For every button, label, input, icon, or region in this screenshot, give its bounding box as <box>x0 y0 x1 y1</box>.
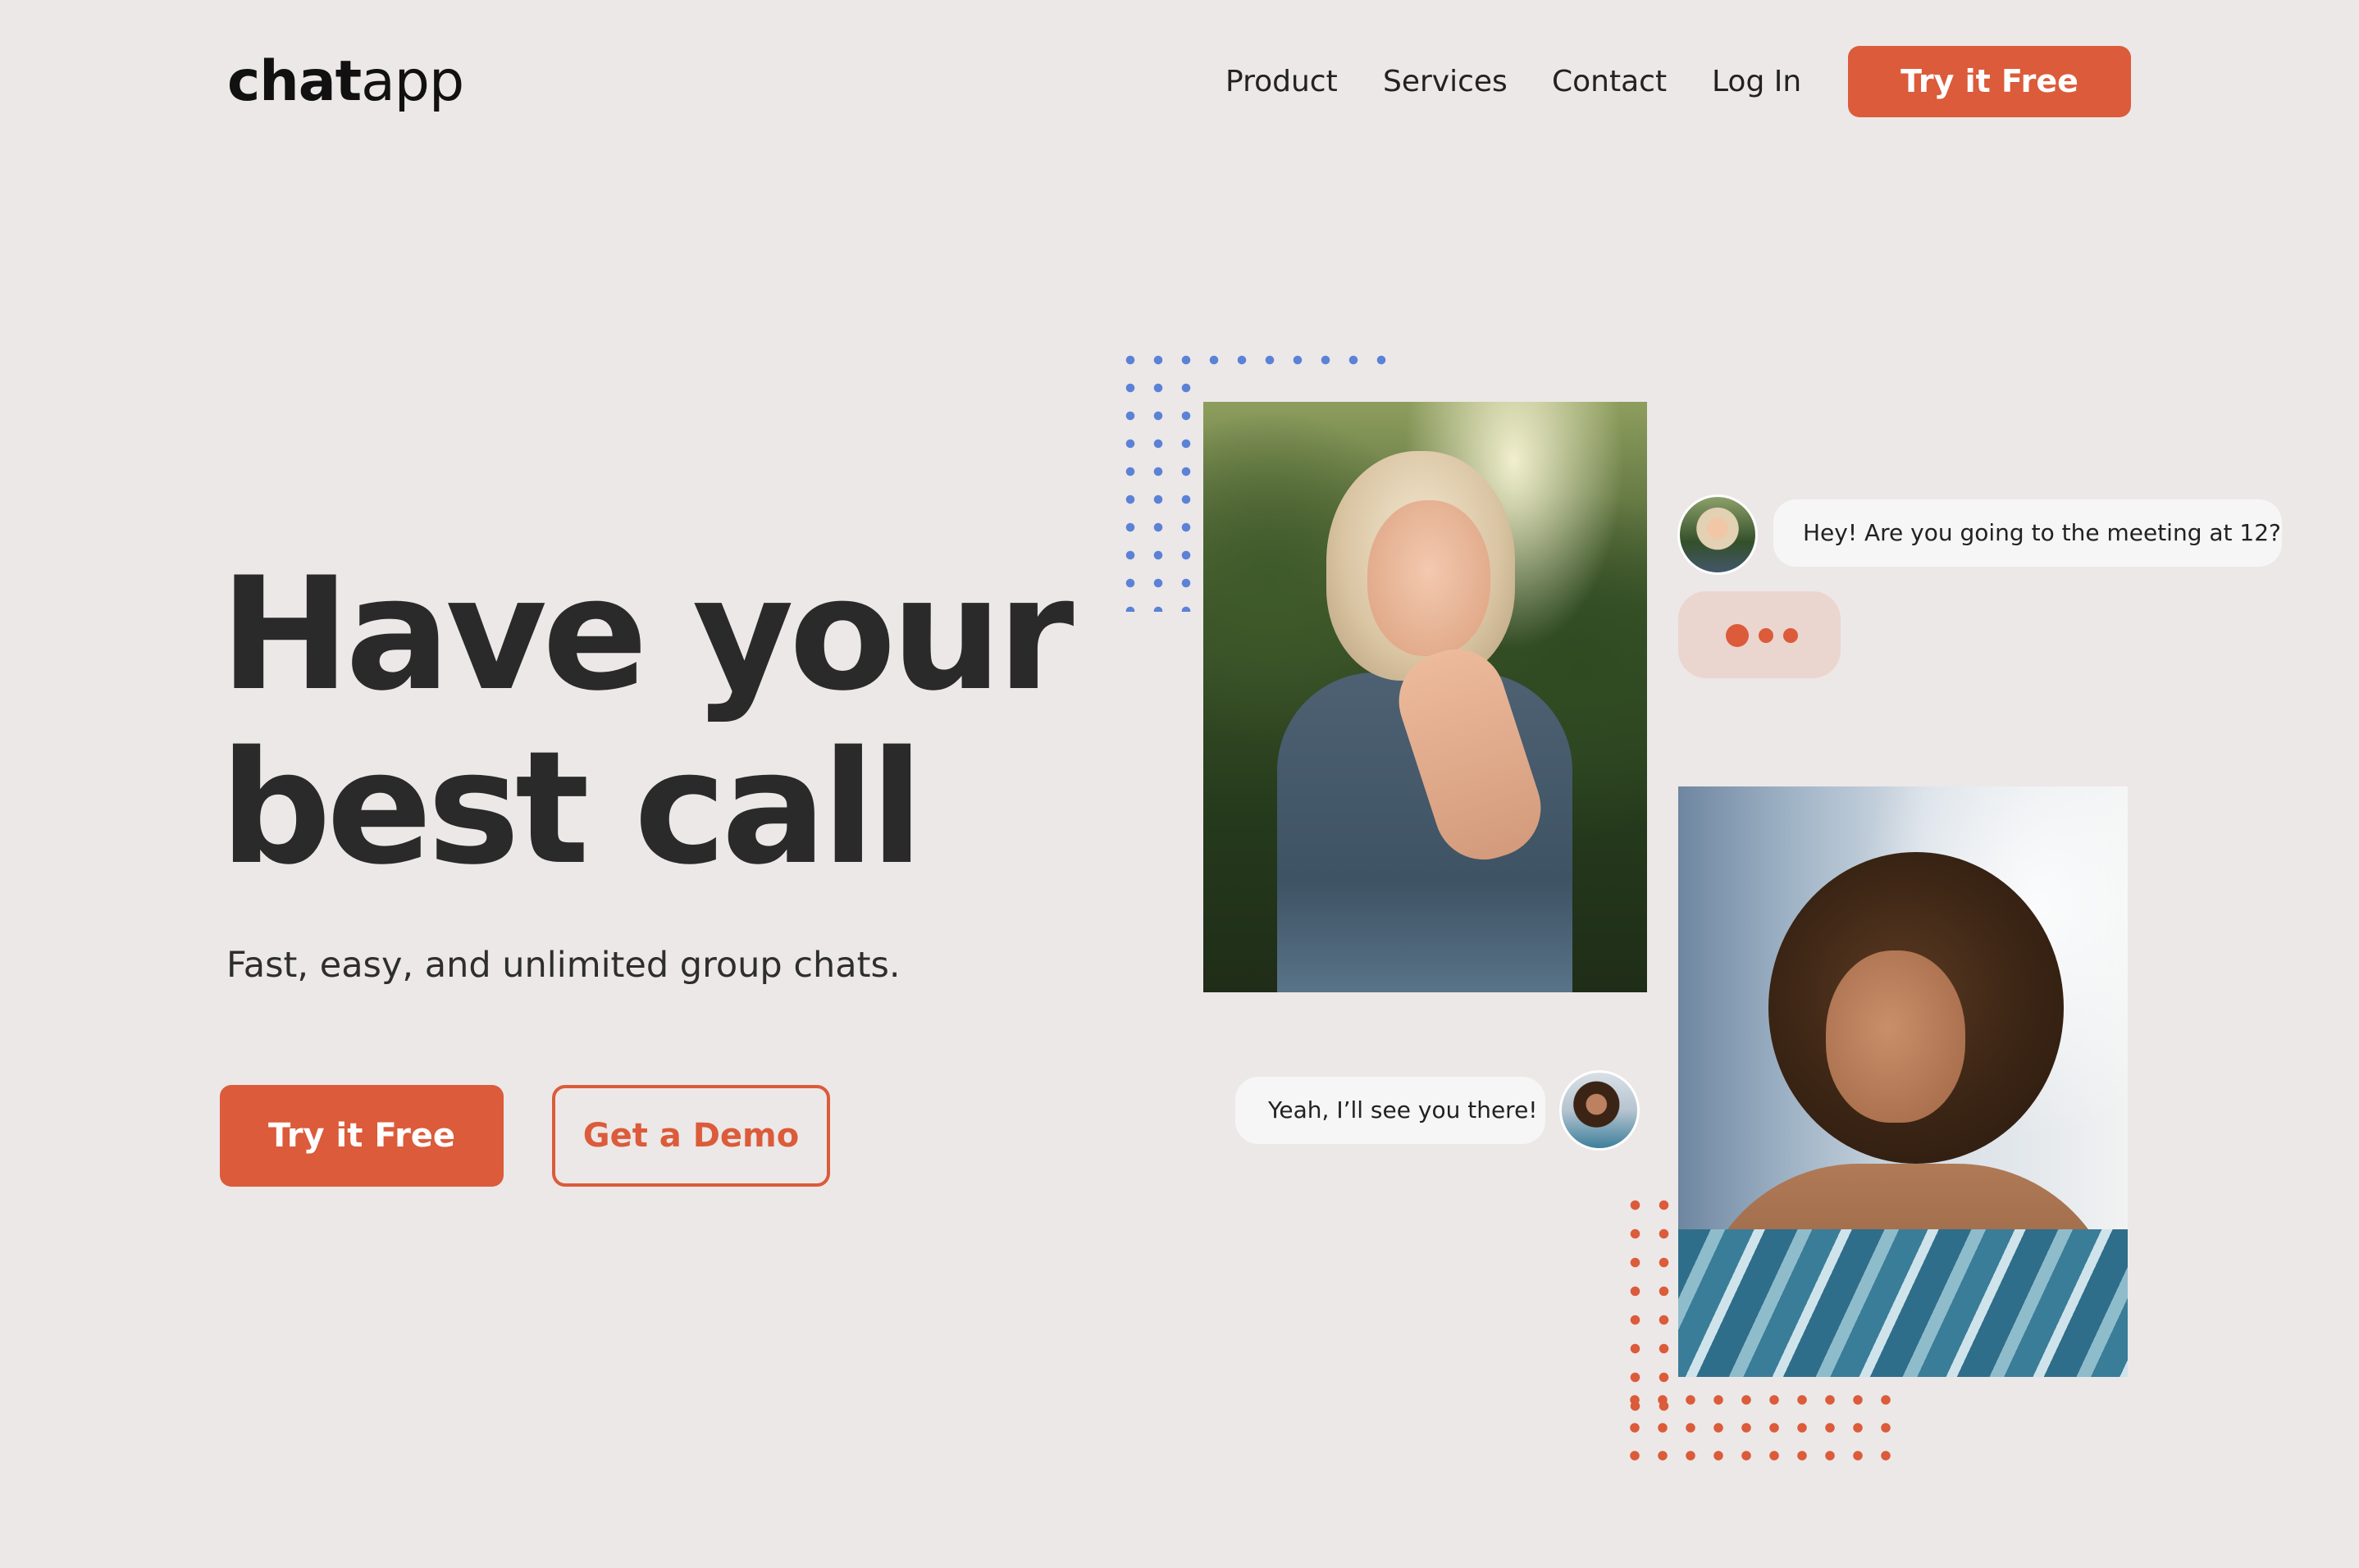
nav-contact[interactable]: Contact <box>1552 64 1667 100</box>
outgoing-chat-bubble: Yeah, I’ll see you there! <box>1235 1077 1545 1144</box>
logo-app: app <box>361 49 464 114</box>
photo-2-top <box>1678 1229 2128 1377</box>
nav-services[interactable]: Services <box>1383 64 1508 100</box>
nav-try-free-button[interactable]: Try it Free <box>1848 46 2131 117</box>
photo-curly-hair-woman <box>1678 786 2128 1377</box>
nav-product[interactable]: Product <box>1225 64 1338 100</box>
landing-page: chatapp Product Services Contact Log In … <box>0 0 2359 1568</box>
typing-dot-3 <box>1783 628 1798 643</box>
typing-indicator <box>1678 591 1841 678</box>
typing-dot-2 <box>1759 628 1773 643</box>
orange-dot-pattern-left <box>1621 1191 1678 1414</box>
blue-dot-pattern-top <box>1116 346 1387 376</box>
get-demo-button[interactable]: Get a Demo <box>552 1085 830 1187</box>
hero-title: Have your best call <box>220 548 1122 896</box>
photo-1-face <box>1367 500 1490 656</box>
incoming-chat-bubble: Hey! Are you going to the meeting at 12? <box>1773 499 2282 567</box>
blue-dot-pattern-left <box>1116 374 1200 612</box>
photo-2-face <box>1826 950 1965 1123</box>
logo-chat: chat <box>227 49 362 114</box>
orange-dot-pattern-bottom <box>1621 1386 1900 1468</box>
hero-title-line-2: best call <box>220 718 924 899</box>
avatar-user-1 <box>1677 495 1758 575</box>
chatapp-logo[interactable]: chatapp <box>227 49 464 115</box>
nav-login[interactable]: Log In <box>1712 64 1801 100</box>
try-free-button[interactable]: Try it Free <box>220 1085 504 1187</box>
photo-laughing-woman <box>1203 402 1647 992</box>
avatar-user-2 <box>1559 1070 1640 1151</box>
hero-title-line-1: Have your <box>220 544 1074 725</box>
typing-dot-1 <box>1726 624 1749 647</box>
hero-subtitle: Fast, easy, and unlimited group chats. <box>226 945 901 986</box>
